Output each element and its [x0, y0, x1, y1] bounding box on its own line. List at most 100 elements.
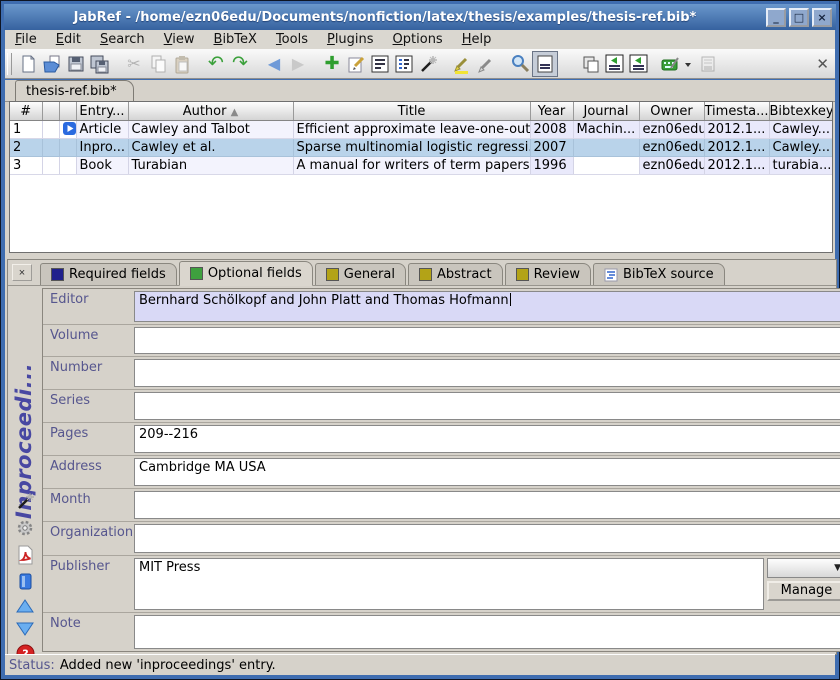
- edit-entry-icon[interactable]: [344, 52, 368, 76]
- field-label-month: Month: [43, 489, 131, 521]
- optional-fields-form: Editor Bernhard Schölkopf and John Platt…: [42, 288, 840, 652]
- tab-optional-fields[interactable]: Optional fields: [179, 261, 313, 286]
- search-icon[interactable]: [508, 52, 532, 76]
- note-field-input[interactable]: [134, 615, 840, 649]
- tab-required-fields[interactable]: Required fields: [40, 263, 177, 285]
- month-field-input[interactable]: [134, 491, 840, 519]
- menu-tools[interactable]: Tools: [276, 32, 308, 47]
- menu-edit[interactable]: Edit: [56, 32, 81, 47]
- menu-bibtex[interactable]: BibTeX: [214, 32, 257, 47]
- sort-ascending-icon: ▲: [231, 107, 239, 118]
- entry-link-icon[interactable]: [63, 122, 76, 135]
- entry-editor-close-button[interactable]: ×: [12, 264, 32, 281]
- address-field-input[interactable]: Cambridge MA USA: [134, 458, 840, 487]
- field-label-organization: Organization: [43, 522, 131, 555]
- number-field-input[interactable]: [134, 359, 840, 387]
- publisher-dropdown[interactable]: ▼: [767, 558, 840, 578]
- entry-type-label: Inproceedi...: [12, 315, 38, 519]
- pages-field-input[interactable]: 209--216: [134, 425, 840, 453]
- tab-review[interactable]: Review: [505, 263, 591, 285]
- field-label-pages: Pages: [43, 423, 131, 455]
- editor-field-input[interactable]: Bernhard Schölkopf and John Platt and Th…: [134, 291, 840, 322]
- abstract-icon: [419, 268, 432, 281]
- new-database-icon[interactable]: [16, 52, 40, 76]
- copy-key-icon[interactable]: [578, 52, 602, 76]
- minimize-button[interactable]: _: [766, 8, 786, 27]
- text-caret: [510, 293, 511, 306]
- forward-icon[interactable]: ▶: [286, 52, 310, 76]
- generate-key-wand-icon[interactable]: [15, 491, 35, 511]
- column-header-bibtexkey[interactable]: Bibtexkey: [769, 102, 832, 121]
- redo-icon[interactable]: ↷: [228, 52, 252, 76]
- entry-editor: × Required fields Optional fields Genera…: [7, 259, 837, 655]
- entry-editor-tabs: × Required fields Optional fields Genera…: [8, 260, 836, 286]
- autoset-gear-icon[interactable]: [15, 518, 35, 538]
- bibtex-source-icon: [604, 268, 618, 282]
- menu-help[interactable]: Help: [462, 32, 492, 47]
- open-file-icon[interactable]: [696, 52, 720, 76]
- organization-field-input[interactable]: [134, 524, 840, 553]
- column-header-owner[interactable]: Owner: [639, 102, 704, 121]
- menu-plugins[interactable]: Plugins: [327, 32, 374, 47]
- import-into-new-icon[interactable]: [626, 52, 650, 76]
- toolbar-drag-handle[interactable]: [7, 53, 12, 75]
- column-header-year[interactable]: Year: [530, 102, 573, 121]
- table-row[interactable]: 1 Article Cawley and Talbot Efficient ap…: [10, 121, 832, 139]
- column-header-icon1[interactable]: [42, 102, 59, 121]
- manage-button[interactable]: Manage: [767, 581, 840, 601]
- menu-file[interactable]: File: [15, 32, 37, 47]
- import-into-current-icon[interactable]: [602, 52, 626, 76]
- cut-icon[interactable]: ✂: [122, 52, 146, 76]
- menu-options[interactable]: Options: [393, 32, 443, 47]
- edit-strings-icon[interactable]: [392, 52, 416, 76]
- copy-icon[interactable]: [146, 52, 170, 76]
- previous-entry-button[interactable]: [15, 598, 35, 614]
- menu-view[interactable]: View: [164, 32, 195, 47]
- close-database-icon[interactable]: ✕: [816, 55, 829, 73]
- open-database-icon[interactable]: [40, 52, 64, 76]
- review-icon: [516, 268, 529, 281]
- file-note-icon[interactable]: [16, 572, 35, 591]
- window-title: JabRef - /home/ezn06edu/Documents/nonfic…: [4, 10, 766, 25]
- column-header-num[interactable]: #: [10, 102, 42, 121]
- titlebar[interactable]: JabRef - /home/ezn06edu/Documents/nonfic…: [4, 4, 836, 30]
- column-header-timestamp[interactable]: Timesta...: [704, 102, 769, 121]
- entry-table[interactable]: # Entry... Author ▲ Title Year Journal O…: [9, 101, 833, 253]
- next-entry-button[interactable]: [15, 621, 35, 637]
- publisher-field-input[interactable]: MIT Press: [134, 558, 764, 611]
- table-row-selected[interactable]: 2 Inpro... Cawley et al. Sparse multinom…: [10, 139, 832, 157]
- new-entry-icon[interactable]: ✚: [320, 52, 344, 76]
- unmark-entries-icon[interactable]: [474, 52, 498, 76]
- column-header-journal[interactable]: Journal: [573, 102, 639, 121]
- maximize-button[interactable]: □: [789, 8, 809, 27]
- field-label-editor: Editor: [43, 289, 131, 324]
- series-field-input[interactable]: [134, 392, 840, 420]
- menu-search[interactable]: Search: [100, 32, 145, 47]
- column-header-entrytype[interactable]: Entry...: [76, 102, 128, 121]
- mark-entries-icon[interactable]: [450, 52, 474, 76]
- push-to-application-icon[interactable]: [660, 52, 696, 76]
- jabref-window: JabRef - /home/ezn06edu/Documents/nonfic…: [0, 0, 840, 680]
- status-label: Status:: [9, 658, 55, 673]
- save-all-icon[interactable]: [88, 52, 112, 76]
- database-tab[interactable]: thesis-ref.bib*: [15, 80, 134, 101]
- cleanup-wand-icon[interactable]: [416, 52, 440, 76]
- volume-field-input[interactable]: [134, 327, 840, 355]
- undo-icon[interactable]: ↶: [204, 52, 228, 76]
- table-row[interactable]: 3 Book Turabian A manual for writers of …: [10, 157, 832, 175]
- pdf-icon[interactable]: [16, 545, 34, 565]
- paste-icon[interactable]: [170, 52, 194, 76]
- close-button[interactable]: ×: [812, 8, 832, 27]
- column-header-title[interactable]: Title: [293, 102, 530, 121]
- back-icon[interactable]: ◀: [262, 52, 286, 76]
- status-message: Added new 'inproceedings' entry.: [60, 658, 276, 673]
- edit-preamble-icon[interactable]: [368, 52, 392, 76]
- save-database-icon[interactable]: [64, 52, 88, 76]
- column-header-icon2[interactable]: [59, 102, 76, 121]
- tab-bibtex-source[interactable]: BibTeX source: [593, 263, 725, 285]
- database-tabstrip: thesis-ref.bib*: [5, 80, 835, 102]
- column-header-author[interactable]: Author ▲: [128, 102, 293, 121]
- tab-abstract[interactable]: Abstract: [408, 263, 503, 285]
- tab-general[interactable]: General: [315, 263, 406, 285]
- toggle-search-icon[interactable]: [532, 51, 558, 77]
